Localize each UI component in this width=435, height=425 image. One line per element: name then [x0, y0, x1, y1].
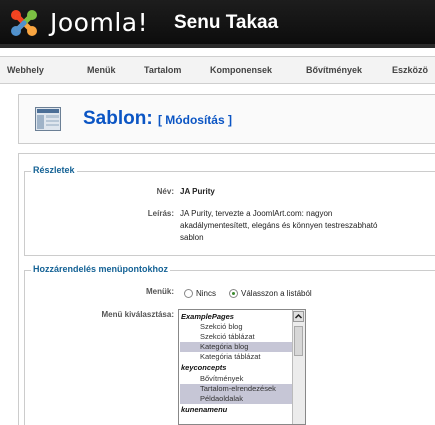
- page-title: Sablon: [ Módosítás ]: [83, 108, 232, 130]
- listbox-option-selected[interactable]: Tartalom-elrendezések: [180, 384, 292, 394]
- menu-select-label: Menü kiválasztása:: [101, 310, 174, 319]
- page-subtitle: [ Módosítás ]: [157, 113, 232, 127]
- listbox-option[interactable]: Kategória táblázat: [180, 352, 292, 362]
- toolbar-box: Sablon: [ Módosítás ]: [18, 94, 435, 144]
- name-value: JA Purity: [180, 187, 215, 196]
- listbox-option-selected[interactable]: Példaoldalak: [180, 394, 292, 404]
- admin-header: Joomla! Senu Takaa: [0, 0, 435, 48]
- template-manager-icon: [35, 107, 61, 131]
- radio-none[interactable]: [184, 289, 193, 298]
- details-legend: Részletek: [31, 165, 77, 175]
- description-line-1: JA Purity, tervezte a JoomlArt.com: nagy…: [180, 209, 333, 218]
- menu-item-tartalom[interactable]: Tartalom: [144, 65, 181, 75]
- menu-assignment-legend: Hozzárendelés menüpontokhoz: [31, 264, 171, 274]
- page-title-text: Sablon:: [83, 108, 153, 129]
- header-divider: [0, 44, 435, 48]
- joomla-logo-icon: [11, 10, 37, 36]
- listbox-option[interactable]: Bővítmények: [180, 374, 292, 384]
- radio-select-from-list-label: Válasszon a listából: [241, 289, 312, 298]
- menu-item-bovitmenyek[interactable]: Bővítmények: [306, 65, 362, 75]
- description-label: Leírás:: [147, 209, 174, 218]
- listbox-option[interactable]: Szekció táblázat: [180, 332, 292, 342]
- site-name: Senu Takaa: [174, 12, 279, 33]
- listbox-group-kunenamenu: kunenamenu: [181, 405, 228, 414]
- radio-none-label: Nincs: [196, 289, 217, 298]
- menu-item-webhely[interactable]: Webhely: [7, 65, 44, 75]
- listbox-group-keyconcepts: keyconcepts: [181, 363, 227, 372]
- description-line-3: sablon: [180, 233, 204, 242]
- menu-item-eszkozok[interactable]: Eszközö: [392, 65, 428, 75]
- name-label: Név:: [156, 187, 174, 196]
- radio-select-from-list[interactable]: [229, 289, 238, 298]
- menu-item-komponensek[interactable]: Komponensek: [210, 65, 272, 75]
- joomla-brand-name: Joomla!: [50, 8, 149, 37]
- menus-label: Menük:: [146, 287, 174, 296]
- menu-item-menuk[interactable]: Menük: [87, 65, 116, 75]
- admin-menu-bar: Webhely Menük Tartalom Komponensek Bővít…: [0, 56, 435, 84]
- listbox-scrollbar[interactable]: [292, 310, 305, 424]
- chevron-up-icon: [294, 313, 303, 319]
- listbox-option[interactable]: Szekció blog: [180, 322, 292, 332]
- listbox-group-examplepages: ExamplePages: [181, 312, 234, 321]
- listbox-option-selected[interactable]: Kategória blog: [180, 342, 292, 352]
- scroll-up-button[interactable]: [293, 311, 304, 322]
- menu-items-listbox[interactable]: ExamplePages Szekció blog Szekció tábláz…: [178, 309, 306, 425]
- description-line-2: akadálymentesített, elegáns és könnyen t…: [180, 221, 378, 230]
- scrollbar-thumb[interactable]: [294, 326, 303, 356]
